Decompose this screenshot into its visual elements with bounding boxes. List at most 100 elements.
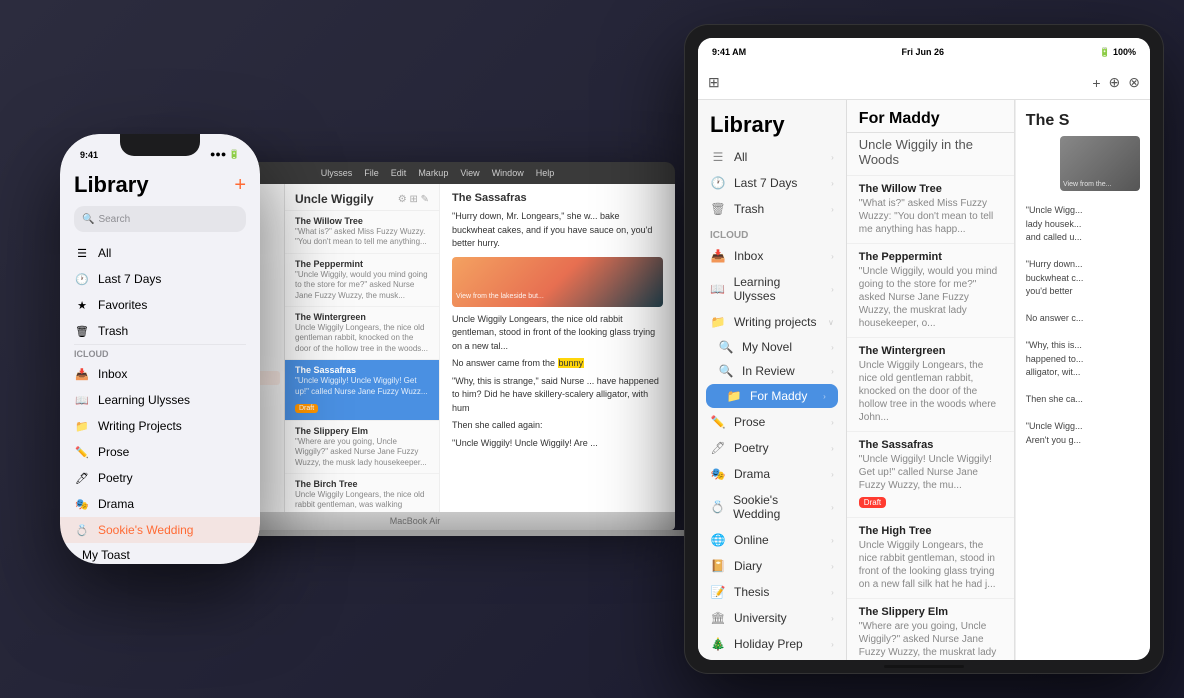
- clock-icon: 🕐: [74, 271, 90, 287]
- ipad-sheet-preview: "Uncle Wiggily, would you mind going to …: [859, 265, 1002, 330]
- mac-editor-para: "Uncle Wiggily! Uncle Wiggily! Are ...: [452, 437, 663, 451]
- search-input[interactable]: Search: [98, 214, 130, 225]
- ipad-sheet-preview: Uncle Wiggily Longears, the nice rabbit …: [859, 539, 1002, 591]
- iphone-nav-list: ☰ All 🕐 Last 7 Days ★ Favorites 🗑 Trash …: [60, 236, 260, 564]
- ipad-sidebar-online[interactable]: 🌐 Online ›: [698, 527, 846, 553]
- trash-icon: 🗑: [710, 202, 726, 216]
- chevron-right-icon: ›: [831, 536, 834, 545]
- ipad-sidebar-sookies-wedding[interactable]: 💍 Sookie's Wedding ›: [698, 487, 846, 527]
- iphone-row-writing-projects[interactable]: 📁 Writing Projects: [60, 413, 260, 439]
- mac-sheet-slippery-elm[interactable]: The Slippery Elm "Where are you going, U…: [285, 421, 439, 474]
- mac-sheet-name: The Sassafras: [295, 365, 429, 375]
- ipad-icloud-section: iCloud: [698, 222, 846, 243]
- pen-icon: 🖊: [710, 441, 726, 455]
- ipad-sidebar-drama[interactable]: 🎭 Drama ›: [698, 461, 846, 487]
- mac-menu-markup[interactable]: Markup: [418, 168, 448, 178]
- ipad-device: 9:41 AM Fri Jun 26 🔋 100% ⊞ + ⊕ ⊗ Librar…: [684, 24, 1164, 674]
- chevron-right-icon: ›: [831, 470, 834, 479]
- add-icon[interactable]: +: [1092, 75, 1100, 91]
- mac-sheet-willow-tree[interactable]: The Willow Tree "What is?" asked Miss Fu…: [285, 211, 439, 254]
- iphone-library-header: Library +: [60, 164, 260, 202]
- mac-menu-edit[interactable]: Edit: [391, 168, 407, 178]
- ipad-sidebar-thesis[interactable]: 📝 Thesis ›: [698, 579, 846, 605]
- iphone-row-my-toast[interactable]: My Toast: [60, 543, 260, 564]
- ipad-sidebar: Library ☰ All › 🕐 Last 7 Days › 🗑 Trash …: [698, 100, 847, 660]
- drama-icon: 🎭: [74, 496, 90, 512]
- ipad-sheet-sassafras[interactable]: The Sassafras "Uncle Wiggily! Uncle Wigg…: [847, 432, 1014, 518]
- mac-sheet-preview: Uncle Wiggily Longears, the nice old gen…: [295, 323, 429, 354]
- mac-sheet-preview: "Uncle Wiggily, would you mind going to …: [295, 270, 429, 301]
- iphone-row-prose[interactable]: ✏️ Prose: [60, 439, 260, 465]
- mac-menu-ulysses[interactable]: Ulysses: [321, 168, 353, 178]
- iphone-row-label: My Toast: [82, 548, 130, 562]
- sidebar-toggle-icon[interactable]: ⊞: [708, 74, 720, 91]
- iphone-search-bar[interactable]: 🔍 Search: [74, 206, 246, 232]
- search-icon: 🔍: [82, 214, 94, 225]
- iphone-row-learning-ulysses[interactable]: 📖 Learning Ulysses: [60, 387, 260, 413]
- ipad-sidebar-all[interactable]: ☰ All ›: [698, 144, 846, 170]
- iphone-row-sookies-wedding[interactable]: 💍 Sookie's Wedding: [60, 517, 260, 543]
- ipad-sheet-peppermint[interactable]: The Peppermint "Uncle Wiggily, would you…: [847, 244, 1014, 338]
- iphone-row-label: Prose: [98, 445, 129, 459]
- iphone-row-trash[interactable]: 🗑 Trash: [60, 318, 260, 344]
- ipad-sheet-list: For Maddy Uncle Wiggily in the Woods The…: [847, 100, 1015, 660]
- mac-menu-file[interactable]: File: [364, 168, 379, 178]
- ipad-sidebar-in-review[interactable]: 🔍 In Review ›: [698, 359, 846, 383]
- ipad-sheet-name: The Peppermint: [859, 251, 1002, 263]
- ipad-sheet-name: The Slippery Elm: [859, 606, 1002, 618]
- ipad-sidebar-university[interactable]: 🏛 University ›: [698, 605, 846, 631]
- ipad-sheets-subtitle: Uncle Wiggily in the Woods: [847, 133, 1014, 176]
- ipad-sheet-preview: "Where are you going, Uncle Wiggily?" as…: [859, 620, 1002, 660]
- iphone-device: 9:41 ●●● 🔋 Library + 🔍 Search ☰ All 🕐 La…: [60, 134, 260, 564]
- ipad-sidebar-label: Writing projects: [734, 315, 816, 329]
- mac-menu-window[interactable]: Window: [492, 168, 524, 178]
- mac-sheet-name: The Wintergreen: [295, 312, 429, 322]
- ipad-sidebar-learning-ulysses[interactable]: 📖 Learning Ulysses ›: [698, 269, 846, 309]
- mac-sheet-wintergreen[interactable]: The Wintergreen Uncle Wiggily Longears, …: [285, 307, 439, 360]
- mac-menu-help[interactable]: Help: [536, 168, 555, 178]
- iphone-row-all[interactable]: ☰ All: [60, 240, 260, 266]
- ipad-sidebar-prose[interactable]: ✏️ Prose ›: [698, 409, 846, 435]
- iphone-row-label: Drama: [98, 497, 134, 511]
- settings-icon[interactable]: ⊗: [1128, 74, 1140, 91]
- ipad-sidebar-my-novel[interactable]: 🔍 My Novel ›: [698, 335, 846, 359]
- ipad-sidebar-holiday-prep[interactable]: 🎄 Holiday Prep ›: [698, 631, 846, 657]
- ipad-sidebar-diary[interactable]: 📔 Diary ›: [698, 553, 846, 579]
- ipad-sidebar-label: Trash: [734, 202, 764, 216]
- trash-icon: 🗑: [74, 323, 90, 339]
- ipad-sidebar-office[interactable]: 🏢 Office ›: [698, 657, 846, 660]
- ipad-sheet-name: The Willow Tree: [859, 183, 1002, 195]
- mac-editor-para: "Why, this is strange," said Nurse ... h…: [452, 375, 663, 416]
- iphone-row-last7[interactable]: 🕐 Last 7 Days: [60, 266, 260, 292]
- iphone-add-button[interactable]: +: [234, 174, 246, 197]
- iphone-row-label: Last 7 Days: [98, 272, 161, 286]
- mac-sheet-preview: Uncle Wiggily Longears, the nice old rab…: [295, 490, 429, 512]
- mac-sheet-peppermint[interactable]: The Peppermint "Uncle Wiggily, would you…: [285, 254, 439, 307]
- ipad-sidebar-for-maddy[interactable]: 📁 For Maddy ›: [706, 384, 838, 408]
- ipad-sidebar-inbox[interactable]: 📥 Inbox ›: [698, 243, 846, 269]
- ipad-sheet-high-tree[interactable]: The High Tree Uncle Wiggily Longears, th…: [847, 518, 1014, 599]
- mac-sheet-sassafras[interactable]: The Sassafras "Uncle Wiggily! Uncle Wigg…: [285, 360, 439, 421]
- mac-sheet-birch-tree[interactable]: The Birch Tree Uncle Wiggily Longears, t…: [285, 474, 439, 512]
- book-icon: 📖: [74, 392, 90, 408]
- ipad-second-panel-title: The S: [1026, 112, 1140, 130]
- mac-menu-view[interactable]: View: [460, 168, 479, 178]
- clock-icon: 🕐: [710, 176, 726, 190]
- ipad-sidebar-title: Library: [710, 112, 834, 138]
- ipad-sheet-willow-tree[interactable]: The Willow Tree "What is?" asked Miss Fu…: [847, 176, 1014, 244]
- ipad-sidebar-last7[interactable]: 🕐 Last 7 Days ›: [698, 170, 846, 196]
- ipad-body: Library ☰ All › 🕐 Last 7 Days › 🗑 Trash …: [698, 100, 1150, 660]
- ipad-sheet-slippery-elm[interactable]: The Slippery Elm "Where are you going, U…: [847, 599, 1014, 660]
- iphone-row-drama[interactable]: 🎭 Drama: [60, 491, 260, 517]
- chevron-right-icon: ›: [831, 640, 834, 649]
- ipad-battery: 🔋 100%: [1099, 47, 1136, 58]
- ipad-sidebar-poetry[interactable]: 🖊 Poetry ›: [698, 435, 846, 461]
- iphone-row-inbox[interactable]: 📥 Inbox: [60, 361, 260, 387]
- ipad-sidebar-writing-projects[interactable]: 📁 Writing projects ∨: [698, 309, 846, 335]
- ipad-toolbar: ⊞ + ⊕ ⊗: [698, 66, 1150, 100]
- iphone-row-poetry[interactable]: 🖊 Poetry: [60, 465, 260, 491]
- ipad-sheet-wintergreen[interactable]: The Wintergreen Uncle Wiggily Longears, …: [847, 338, 1014, 432]
- share-icon[interactable]: ⊕: [1109, 74, 1121, 91]
- iphone-row-favorites[interactable]: ★ Favorites: [60, 292, 260, 318]
- ipad-sidebar-trash[interactable]: 🗑 Trash ›: [698, 196, 846, 222]
